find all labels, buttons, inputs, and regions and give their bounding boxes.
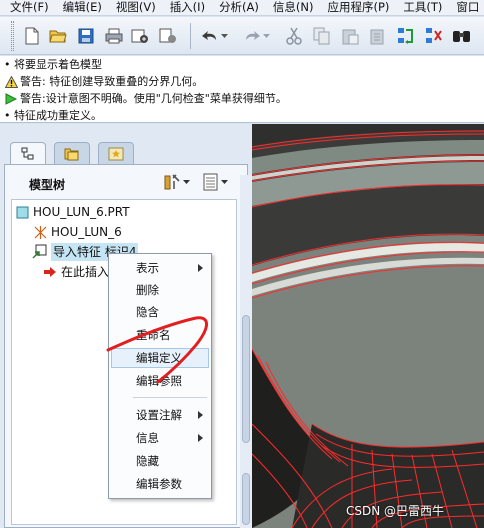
redo-dropdown-icon[interactable] xyxy=(262,26,272,46)
context-menu: 表示 删除 隐含 重命名 编辑定义 编辑参照 设置注解 信息 隐藏 编辑参数 xyxy=(108,253,212,499)
copy-icon[interactable] xyxy=(312,26,332,46)
menu-item-edit-parameters[interactable]: 编辑参数 xyxy=(111,474,209,494)
submenu-arrow-icon xyxy=(198,434,203,442)
tree-show-button[interactable] xyxy=(203,172,229,192)
message-text: 警告:设计意图不明确。使用"几何检查"菜单获得细节。 xyxy=(20,92,287,105)
watermark: CSDN @巴雷西牛 xyxy=(346,504,445,518)
menu-item-label: 编辑参照 xyxy=(136,374,182,388)
menu-item-label: 编辑定义 xyxy=(136,351,182,365)
tree-item-insert-here[interactable]: 在此插入 xyxy=(42,263,109,281)
toolbar-grip[interactable] xyxy=(11,21,14,51)
menu-item-label: 信息 xyxy=(136,431,159,445)
menu-applications[interactable]: 应用程序(P) xyxy=(317,0,393,15)
undo-icon[interactable] xyxy=(200,26,220,46)
regen-manager-icon[interactable] xyxy=(424,26,444,46)
model-tree-title: 模型树 xyxy=(29,178,66,192)
message-line: 警告:设计意图不明确。使用"几何检查"菜单获得细节。 xyxy=(4,90,484,107)
folder-icon xyxy=(64,148,79,160)
menu-item-edit-definition[interactable]: 编辑定义 xyxy=(111,348,209,368)
menu-tools[interactable]: 工具(T) xyxy=(393,0,446,15)
message-text: • 将要显示着色模型 xyxy=(4,58,102,71)
toolbar-separator xyxy=(190,23,191,49)
menu-item-set-annotations[interactable]: 设置注解 xyxy=(111,405,209,425)
submenu-arrow-icon xyxy=(198,264,203,272)
menu-file[interactable]: 文件(F) xyxy=(0,0,53,15)
warning-icon xyxy=(4,75,18,89)
cut-icon[interactable] xyxy=(284,26,304,46)
menu-bar: 文件(F) 编辑(E) 视图(V) 插入(I) 分析(A) 信息(N) 应用程序(P) 工具(… xyxy=(0,0,484,16)
menu-window[interactable]: 窗口 xyxy=(446,0,483,15)
menu-info[interactable]: 信息(N) xyxy=(263,0,318,15)
paste-special-icon[interactable] xyxy=(368,26,388,46)
part-icon xyxy=(14,204,30,220)
coordinate-system-icon xyxy=(32,224,48,240)
main-toolbar xyxy=(0,17,484,55)
menu-item-label: 重命名 xyxy=(136,328,171,342)
tree-item-label: HOU_LUN_6.PRT xyxy=(33,205,130,219)
print-icon[interactable] xyxy=(104,26,124,46)
graphics-window[interactable] xyxy=(252,124,484,528)
menu-item-display[interactable]: 表示 xyxy=(111,258,209,278)
favorites-icon xyxy=(108,147,124,160)
tree-item-label: 在此插入 xyxy=(61,265,110,279)
scroll-thumb-lower[interactable] xyxy=(242,473,250,525)
save-icon[interactable] xyxy=(76,26,96,46)
submenu-arrow-icon xyxy=(198,411,203,419)
message-area: • 将要显示着色模型 警告: 特征创建导致重叠的分界几何。 警告:设计意图不明确… xyxy=(0,56,484,123)
redo-icon[interactable] xyxy=(242,26,262,46)
chevron-down-icon xyxy=(183,180,190,184)
splitter-scrollbar[interactable] xyxy=(240,175,252,528)
scroll-thumb[interactable] xyxy=(242,315,250,443)
send-mail-icon[interactable] xyxy=(130,26,150,46)
tree-settings-icon xyxy=(164,174,180,190)
message-line: • 将要显示着色模型 xyxy=(4,56,484,73)
undo-dropdown-icon[interactable] xyxy=(220,26,230,46)
find-icon[interactable] xyxy=(452,26,472,46)
import-feature-icon xyxy=(32,244,48,260)
menu-item-rename[interactable]: 重命名 xyxy=(111,325,209,345)
menu-item-label: 编辑参数 xyxy=(136,477,182,491)
paste-icon[interactable] xyxy=(340,26,360,46)
menu-item-label: 隐含 xyxy=(136,305,159,319)
send-icon[interactable] xyxy=(158,26,178,46)
message-text: 警告: 特征创建导致重叠的分界几何。 xyxy=(20,75,204,88)
menu-item-suppress[interactable]: 隐含 xyxy=(111,302,209,322)
arrow-right-icon xyxy=(4,92,18,106)
folder-browser-tab[interactable] xyxy=(54,142,90,164)
menu-item-label: 设置注解 xyxy=(136,408,182,422)
menu-item-info[interactable]: 信息 xyxy=(111,428,209,448)
menu-item-hide[interactable]: 隐藏 xyxy=(111,451,209,471)
message-text: • 特征成功重定义。 xyxy=(4,109,102,122)
message-line: • 特征成功重定义。 xyxy=(4,107,484,124)
message-line: 警告: 特征创建导致重叠的分界几何。 xyxy=(4,73,484,90)
menu-item-delete[interactable]: 删除 xyxy=(111,280,209,300)
menu-separator xyxy=(133,397,207,398)
menu-item-label: 隐藏 xyxy=(136,454,159,468)
favorites-tab[interactable] xyxy=(98,142,134,164)
menu-item-label: 表示 xyxy=(136,261,159,275)
chevron-down-icon xyxy=(221,180,228,184)
menu-analysis[interactable]: 分析(A) xyxy=(209,0,263,15)
new-icon[interactable] xyxy=(22,26,42,46)
show-list-icon xyxy=(203,173,218,191)
model-tree-icon xyxy=(21,147,34,160)
menu-edit[interactable]: 编辑(E) xyxy=(53,0,106,15)
tree-item-csys[interactable]: HOU_LUN_6 xyxy=(32,223,122,241)
menu-item-label: 删除 xyxy=(136,283,159,297)
insert-here-arrow-icon xyxy=(42,264,58,280)
tree-item-label: HOU_LUN_6 xyxy=(51,225,122,239)
menu-insert[interactable]: 插入(I) xyxy=(160,0,209,15)
tree-settings-button[interactable] xyxy=(163,172,191,192)
menu-view[interactable]: 视图(V) xyxy=(106,0,160,15)
menu-item-edit-references[interactable]: 编辑参照 xyxy=(111,371,209,391)
model-viewport xyxy=(252,124,484,528)
tree-item-part[interactable]: HOU_LUN_6.PRT xyxy=(14,203,130,221)
regenerate-icon[interactable] xyxy=(396,26,416,46)
open-icon[interactable] xyxy=(48,26,68,46)
model-tree-tab[interactable] xyxy=(10,142,46,165)
